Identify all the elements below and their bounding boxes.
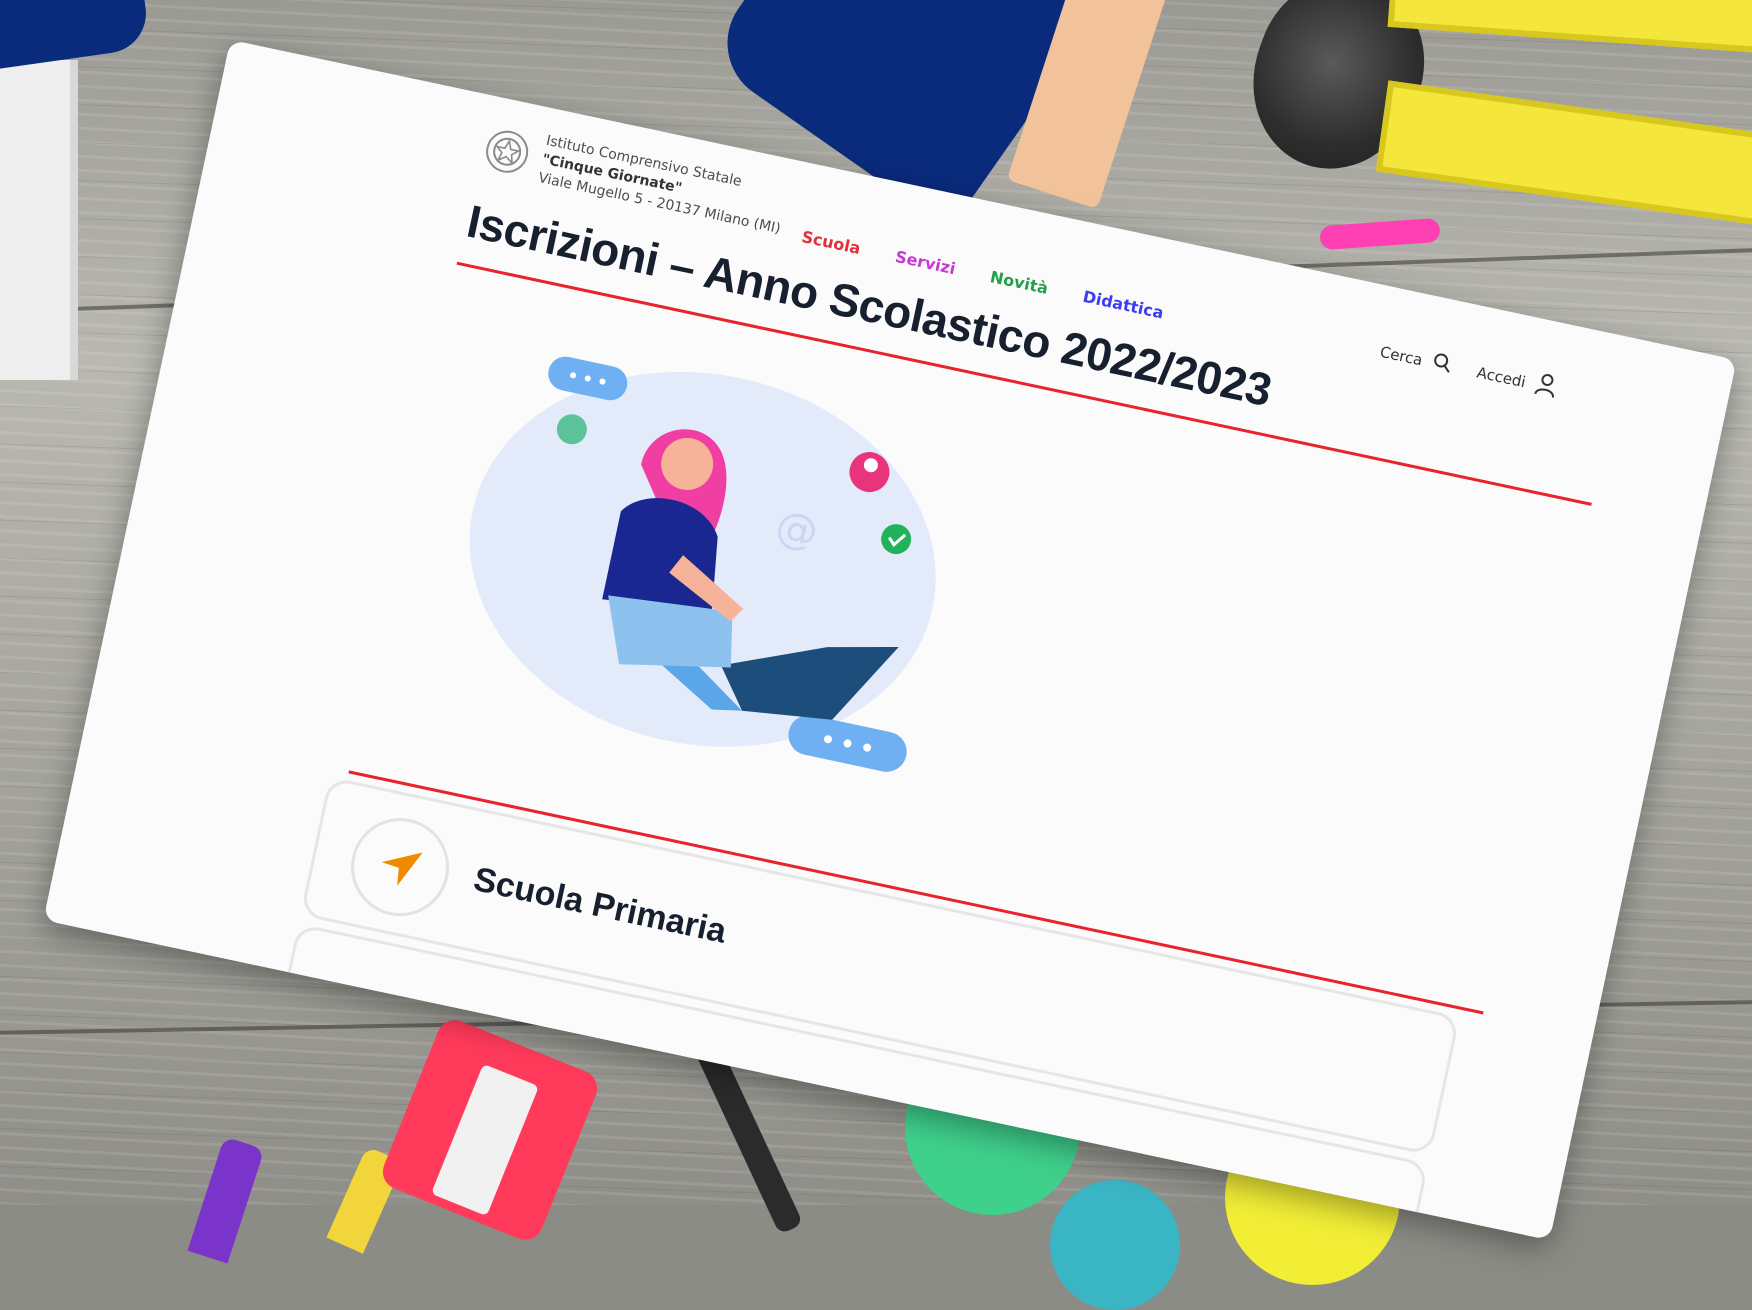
user-icon — [1532, 371, 1559, 403]
send-arrow-icon — [341, 808, 459, 926]
nav-item-novita[interactable]: Novità — [988, 267, 1049, 298]
nav-item-scuola[interactable]: Scuola — [800, 227, 862, 258]
nav-item-servizi[interactable]: Servizi — [894, 247, 958, 278]
republic-emblem-icon — [478, 121, 536, 182]
login-button[interactable]: Accedi — [1474, 359, 1559, 403]
nav-item-didattica[interactable]: Didattica — [1081, 287, 1165, 323]
illustration-woman-laptop: @ — [407, 310, 1018, 814]
header-actions: Cerca Accedi — [1377, 338, 1559, 403]
login-label: Accedi — [1475, 363, 1528, 392]
card-title: Scuola Primaria — [470, 860, 730, 951]
paper-sheet — [0, 60, 78, 380]
teal-circle — [1050, 1180, 1180, 1310]
search-button[interactable]: Cerca — [1377, 338, 1454, 381]
search-label: Cerca — [1378, 342, 1425, 370]
search-icon — [1430, 351, 1455, 379]
